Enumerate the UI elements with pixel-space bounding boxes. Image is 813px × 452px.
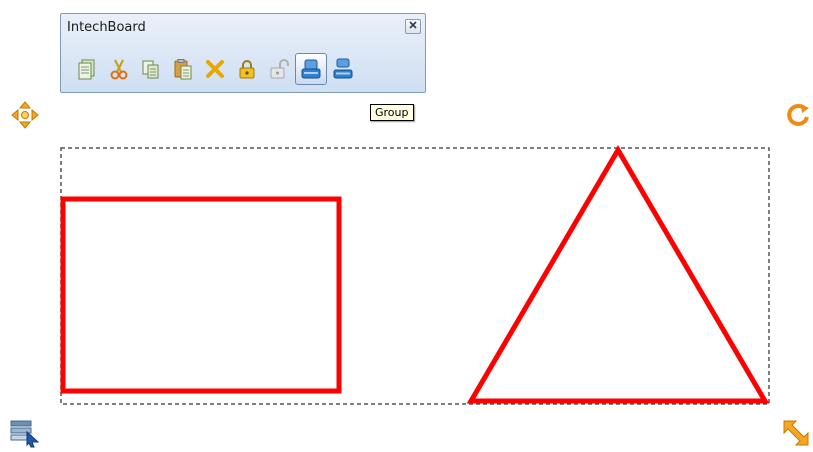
menu-list-icon — [10, 420, 40, 448]
close-icon — [409, 21, 417, 29]
unlock-icon — [270, 59, 289, 79]
copy-button[interactable] — [135, 53, 167, 85]
close-button[interactable] — [405, 19, 421, 34]
paste-button[interactable] — [167, 53, 199, 85]
selection-box[interactable] — [60, 147, 770, 405]
ungroup-icon — [333, 58, 353, 79]
new-page-icon — [78, 59, 95, 80]
delete-icon — [206, 60, 224, 78]
move-icon — [11, 101, 39, 129]
move-handle[interactable] — [10, 100, 40, 130]
ungroup-button[interactable] — [327, 53, 359, 85]
new-page-button[interactable] — [71, 53, 103, 85]
group-icon — [301, 59, 321, 79]
resize-icon — [783, 420, 809, 446]
resize-handle[interactable] — [781, 418, 811, 448]
unlock-button[interactable] — [263, 53, 295, 85]
toolbar-title: IntechBoard — [67, 20, 146, 35]
toolbar-buttons — [71, 53, 359, 85]
triangle-shape[interactable] — [466, 145, 770, 404]
cut-icon — [110, 59, 128, 80]
cut-button[interactable] — [103, 53, 135, 85]
rotate-icon — [787, 103, 809, 126]
group-tooltip: Group — [370, 104, 414, 121]
whiteboard-canvas[interactable]: IntechBoard Group — [0, 0, 813, 452]
paste-icon — [174, 59, 192, 80]
group-button[interactable] — [295, 53, 327, 85]
copy-icon — [142, 60, 159, 79]
intechboard-toolbar[interactable]: IntechBoard — [60, 13, 426, 93]
rectangle-shape[interactable] — [60, 196, 342, 394]
menu-handle[interactable] — [9, 418, 40, 448]
delete-button[interactable] — [199, 53, 231, 85]
lock-button[interactable] — [231, 53, 263, 85]
rotate-handle[interactable] — [783, 100, 813, 130]
lock-icon — [239, 60, 255, 79]
